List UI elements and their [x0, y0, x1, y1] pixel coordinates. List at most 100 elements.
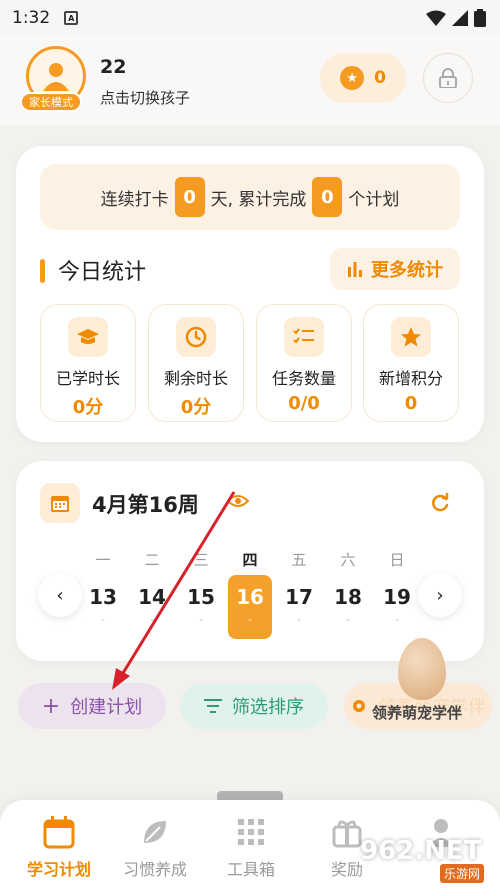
- parent-mode-badge: 家长模式: [20, 92, 82, 112]
- day-mark: -: [199, 615, 203, 626]
- tab-label: 习惯养成: [122, 860, 187, 879]
- tab-label: 工具箱: [226, 860, 275, 879]
- lock-icon: [439, 68, 457, 88]
- stat-tile-points: 新增积分 0: [363, 304, 459, 422]
- completed-plans: 0: [312, 177, 343, 217]
- day-number: 14: [138, 585, 166, 609]
- chevron-right-icon: ›: [436, 584, 444, 606]
- switch-child-link[interactable]: 点击切换孩子: [100, 87, 190, 108]
- stat-tile-studied: 已学时长 0分: [40, 304, 136, 422]
- day-mark: -: [150, 615, 154, 626]
- star-coin-icon: ★: [340, 66, 365, 90]
- calendar-icon: [42, 814, 76, 850]
- status-bar: 1:32 A: [0, 0, 500, 36]
- tab-study-plan[interactable]: 学习计划: [11, 814, 107, 880]
- day-number: 19: [383, 585, 411, 609]
- pet-egg[interactable]: [398, 638, 446, 700]
- stat-label: 任务数量: [271, 369, 336, 388]
- signal-icon: [452, 10, 468, 26]
- day-cell[interactable]: 13 -: [81, 575, 125, 639]
- day-mark: -: [395, 615, 399, 626]
- filter-sort-button[interactable]: 筛选排序: [180, 683, 328, 729]
- gift-icon: [331, 814, 363, 850]
- day-number: 17: [285, 585, 313, 609]
- clock: 1:32: [12, 8, 51, 28]
- header: 家长模式 22 点击切换孩子 ★ 0: [0, 36, 500, 126]
- checklist-icon: [284, 317, 324, 357]
- clock-icon: [176, 317, 216, 357]
- weekday-label: 二: [144, 551, 160, 569]
- streak-mid: 天, 累计完成: [210, 189, 307, 210]
- day-cell[interactable]: 14 -: [130, 575, 174, 639]
- points-button[interactable]: ★ 0: [320, 53, 406, 103]
- star-icon: [391, 317, 431, 357]
- stat-label: 剩余时长: [163, 369, 228, 388]
- streak-days: 0: [174, 177, 205, 217]
- today-stats-title: 今日统计: [58, 260, 147, 285]
- day-cell[interactable]: 15 -: [179, 575, 223, 639]
- weekday-label: 六: [340, 551, 356, 569]
- stat-label: 新增积分: [378, 369, 443, 388]
- lock-button[interactable]: [423, 53, 473, 103]
- tab-toolbox[interactable]: 工具箱: [203, 814, 299, 880]
- grid-icon: [236, 814, 266, 850]
- annotation-arrow: [112, 491, 236, 690]
- day-mark: -: [248, 615, 252, 626]
- day-number: 15: [187, 585, 215, 609]
- stats-card: 连续打卡 0 天, 累计完成 0 个计划 今日统计 更多统计 已学时长 0分 剩…: [16, 146, 484, 442]
- weekday-label: 日: [389, 551, 405, 569]
- gear-icon: [353, 700, 365, 712]
- stat-value: 0/0: [288, 393, 320, 414]
- eye-icon[interactable]: [227, 494, 249, 508]
- tab-label: 学习计划: [26, 860, 91, 879]
- day-number: 18: [334, 585, 362, 609]
- streak-summary: 连续打卡 0 天, 累计完成 0 个计划: [40, 164, 460, 230]
- stat-value: 0分: [180, 397, 212, 418]
- next-week-button[interactable]: ›: [418, 573, 462, 617]
- section-accent-bar: [40, 259, 45, 283]
- weekday-label: 五: [291, 551, 307, 569]
- day-number: 13: [89, 585, 117, 609]
- watermark-sub: 乐游网: [440, 864, 485, 883]
- wifi-icon: [426, 10, 446, 26]
- plus-icon: +: [41, 693, 61, 719]
- points-value: 0: [374, 68, 386, 88]
- bar-chart-icon: [348, 262, 362, 277]
- calendar-icon[interactable]: [40, 483, 80, 523]
- create-plan-label: 创建计划: [70, 697, 143, 718]
- create-plan-button[interactable]: + 创建计划: [18, 683, 166, 729]
- refresh-icon[interactable]: [430, 493, 450, 513]
- stat-value: 0分: [72, 397, 104, 418]
- filter-sort-label: 筛选排序: [232, 697, 304, 718]
- day-cell[interactable]: 19 -: [375, 575, 419, 639]
- day-number: 16: [236, 585, 264, 609]
- weekday-label: 一: [95, 551, 111, 569]
- filter-icon: [204, 699, 222, 713]
- day-cell[interactable]: 17 -: [277, 575, 321, 639]
- stat-tile-tasks: 任务数量 0/0: [256, 304, 352, 422]
- more-stats-button[interactable]: 更多统计: [330, 248, 460, 290]
- day-cell[interactable]: 18 -: [326, 575, 370, 639]
- streak-suffix: 个计划: [348, 189, 400, 210]
- pet-label: 领养萌宠学伴: [372, 704, 463, 722]
- notification-icon: A: [64, 11, 79, 25]
- watermark: 962.NET: [360, 836, 482, 866]
- user-avatar-icon: [43, 63, 69, 91]
- week-title: 4月第16周: [92, 493, 199, 517]
- day-mark: -: [297, 615, 301, 626]
- tab-label: 奖励: [330, 860, 363, 879]
- stat-tile-remaining: 剩余时长 0分: [148, 304, 244, 422]
- stat-value: 0: [404, 393, 418, 414]
- leaf-icon: [140, 814, 170, 850]
- day-cell-selected[interactable]: 16 -: [228, 575, 272, 639]
- day-mark: -: [101, 615, 105, 626]
- status-icons: [426, 9, 486, 27]
- weekday-label: 三: [193, 551, 209, 569]
- prev-week-button[interactable]: ‹: [38, 573, 82, 617]
- weekday-label: 四: [242, 551, 258, 569]
- day-mark: -: [346, 615, 350, 626]
- graduation-cap-icon: [68, 317, 108, 357]
- tab-habits[interactable]: 习惯养成: [107, 814, 203, 880]
- battery-icon: [474, 9, 486, 27]
- streak-prefix: 连续打卡: [100, 189, 169, 210]
